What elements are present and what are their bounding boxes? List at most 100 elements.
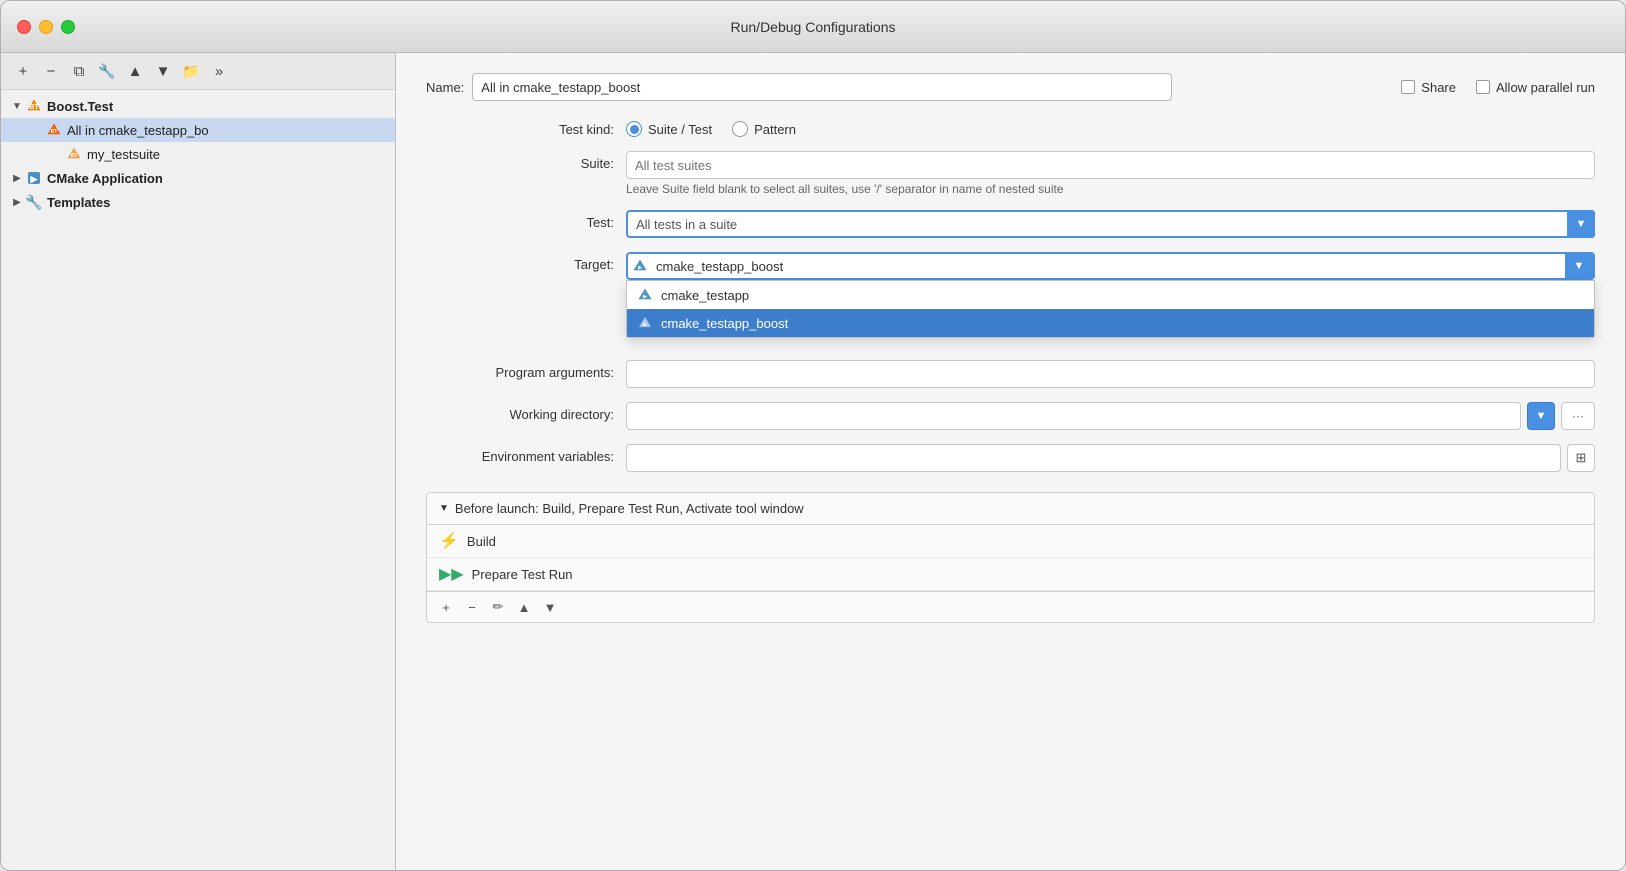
svg-text:▶: ▶ [643,294,647,300]
copy-config-button[interactable]: ⧉ [67,59,91,83]
before-launch-label: Before launch: Build, Prepare Test Run, … [455,501,804,516]
remove-config-button[interactable]: − [39,59,63,83]
up-arrow-icon: ▲ [128,63,143,80]
window: Run/Debug Configurations + − ⧉ 🔧 [0,0,1626,871]
test-label: Test: [426,210,626,230]
popup-cmake-icon: ▶ [637,287,653,303]
radio-suite-test[interactable]: Suite / Test [626,121,712,137]
no-arrow-icon [49,146,65,162]
sidebar-item-label: All in cmake_testapp_bo [67,123,209,138]
svg-text:▶: ▶ [638,265,642,271]
share-checkbox[interactable] [1401,80,1415,94]
svg-text:▶: ▶ [30,174,39,184]
working-dir-dropdown-button[interactable]: ▼ [1527,402,1555,430]
before-launch-item-prepare[interactable]: ▶▶ Prepare Test Run [427,558,1594,591]
svg-text:▶: ▶ [643,322,647,328]
dropdown-arrow-icon: ▼ [1536,410,1547,422]
before-launch-header[interactable]: ▼ Before launch: Build, Prepare Test Run… [427,493,1594,525]
move-up-button[interactable]: ▲ [123,59,147,83]
expand-arrow-icon: ▶ [9,194,25,210]
test-control: All tests in a suite ▼ [626,210,1595,238]
add-config-button[interactable]: + [11,59,35,83]
share-label: Share [1421,80,1456,95]
plus-icon: + [19,63,28,80]
sidebar-item-label: my_testsuite [87,147,160,162]
bl-down-button[interactable]: ▼ [539,596,561,618]
test-select[interactable]: All tests in a suite [626,210,1595,238]
folder-button[interactable]: 📁 [179,59,203,83]
allow-parallel-option[interactable]: Allow parallel run [1476,80,1595,95]
suite-hint: Leave Suite field blank to select all su… [626,182,1595,196]
prepare-label: Prepare Test Run [472,567,573,582]
bl-edit-button[interactable]: ✏ [487,596,509,618]
maximize-button[interactable] [61,20,75,34]
target-dropdown-popup: ▶ cmake_testapp ▶ [626,280,1595,338]
down-arrow-icon: ▼ [156,63,171,80]
boost-run-icon: BT [45,121,63,139]
bl-remove-button[interactable]: − [461,596,483,618]
program-args-label: Program arguments: [426,360,626,380]
sidebar-item-label: Boost.Test [47,99,113,114]
close-button[interactable] [17,20,31,34]
sidebar-item-label: CMake Application [47,171,163,186]
popup-item-cmake-testapp-boost[interactable]: ▶ cmake_testapp_boost [627,309,1594,337]
sidebar-item-all-in-cmake[interactable]: BT All in cmake_testapp_bo [1,118,395,142]
popup-item-label: cmake_testapp [661,288,749,303]
working-dir-browse-button[interactable]: ··· [1561,402,1595,430]
minus-icon: − [47,63,56,80]
popup-item-cmake-testapp[interactable]: ▶ cmake_testapp [627,281,1594,309]
name-field-wrap [472,73,1377,101]
svg-text:BT: BT [51,129,58,135]
more-button[interactable]: » [207,59,231,83]
working-dir-label: Working directory: [426,402,626,422]
sidebar-item-cmake-application[interactable]: ▶ ▶ CMake Application [1,166,395,190]
popup-cmake-boost-icon: ▶ [637,315,653,331]
bl-add-button[interactable]: + [435,596,457,618]
working-dir-input[interactable] [626,402,1521,430]
testsuite-icon: BT [65,145,83,163]
ellipsis-icon: ··· [1572,409,1584,423]
env-edit-button[interactable]: ⊞ [1567,444,1595,472]
radio-suite-test-circle[interactable] [626,121,642,137]
more-icon: » [215,63,223,80]
svg-text:BT: BT [71,153,78,159]
sidebar-item-label: Templates [47,195,110,210]
sidebar-item-my-testsuite[interactable]: BT my_testsuite [1,142,395,166]
env-row-inner: ⊞ [626,444,1595,472]
minimize-button[interactable] [39,20,53,34]
wrench-button[interactable]: 🔧 [95,59,119,83]
no-arrow-icon [29,122,45,138]
titlebar: Run/Debug Configurations [1,1,1625,53]
name-input[interactable] [472,73,1172,101]
radio-pattern[interactable]: Pattern [732,121,796,137]
share-option[interactable]: Share [1401,80,1456,95]
test-dropdown: All tests in a suite ▼ [626,210,1595,238]
test-dropdown-arrow[interactable]: ▼ [1567,210,1595,238]
right-panel: Name: Share Allow parallel run [396,53,1625,870]
window-title: Run/Debug Configurations [731,19,896,35]
target-label: Target: [426,252,626,272]
sidebar-item-templates[interactable]: ▶ 🔧 Templates [1,190,395,214]
before-launch-item-build[interactable]: ⚡ Build [427,525,1594,558]
move-down-button[interactable]: ▼ [151,59,175,83]
suite-input[interactable] [626,151,1595,179]
wrench-icon: 🔧 [98,63,115,80]
target-control: ▶ cmake_testapp_boost ▼ [626,252,1595,280]
up-arrow-icon: ▲ [518,600,531,615]
sidebar-tree: ▼ BT Boost.Test BT [1,90,395,870]
env-vars-label: Environment variables: [426,444,626,464]
radio-pattern-circle[interactable] [732,121,748,137]
env-input[interactable] [626,444,1561,472]
bl-up-button[interactable]: ▲ [513,596,535,618]
allow-parallel-checkbox[interactable] [1476,80,1490,94]
program-args-input[interactable] [626,360,1595,388]
sidebar-toolbar: + − ⧉ 🔧 ▲ ▼ 📁 [1,53,395,90]
target-dropdown-arrow[interactable]: ▼ [1565,254,1593,278]
env-vars-control: ⊞ [626,444,1595,472]
traffic-lights [17,20,75,34]
build-icon: ⚡ [439,531,459,551]
sidebar-item-boost-test[interactable]: ▼ BT Boost.Test [1,94,395,118]
program-args-control [626,360,1595,388]
main-content: + − ⧉ 🔧 ▲ ▼ 📁 [1,53,1625,870]
working-dir-control: ▼ ··· [626,402,1595,430]
